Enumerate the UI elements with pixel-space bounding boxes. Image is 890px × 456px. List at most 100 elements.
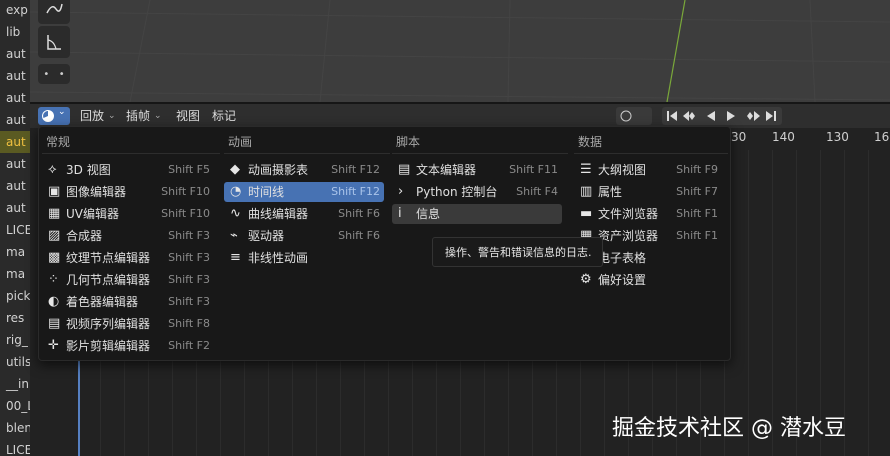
menu-item-texture-node[interactable]: ▩ 纹理节点编辑器 Shift F3 — [42, 248, 214, 268]
menu-column-header: 常规 — [46, 135, 71, 149]
file-list-item[interactable]: aut — [0, 153, 30, 175]
menu-item-info[interactable]: i 信息 — [392, 204, 562, 224]
menu-item-shortcut: Shift F3 — [168, 229, 210, 242]
view-menu[interactable]: 视图 — [176, 107, 200, 125]
menu-item-label: 3D 视图 — [66, 163, 111, 177]
3d-view-icon: ⟡ — [48, 162, 57, 177]
file-list-item[interactable]: utils — [0, 351, 30, 373]
menu-item-clock[interactable]: ◔ 时间线 Shift F12 — [224, 182, 384, 202]
menu-item-label: 几何节点编辑器 — [66, 273, 151, 287]
file-list-item[interactable]: ma — [0, 263, 30, 285]
menu-item-drivers[interactable]: ⌁ 驱动器 Shift F6 — [224, 226, 384, 246]
file-list-item[interactable]: res — [0, 307, 30, 329]
menu-item-shortcut: Shift F1 — [676, 229, 718, 242]
file-list-item[interactable]: blend — [0, 417, 30, 439]
menu-item-label: 图像编辑器 — [66, 185, 127, 199]
menu-item-label: 曲线编辑器 — [248, 207, 309, 221]
file-list-item[interactable]: rig_ — [0, 329, 30, 351]
menu-item-image-editor[interactable]: ▣ 图像编辑器 Shift F10 — [42, 182, 214, 202]
menu-item-movie-clip[interactable]: ✛ 影片剪辑编辑器 Shift F2 — [42, 336, 214, 356]
menu-item-label: 动画摄影表 — [248, 163, 309, 177]
viewport-grid — [30, 0, 890, 102]
menu-item-shader-editor[interactable]: ◐ 着色器编辑器 Shift F3 — [42, 292, 214, 312]
file-list-item[interactable]: 00_LC — [0, 395, 30, 417]
chevron-down-icon: ⌄ — [58, 107, 66, 117]
menu-item-outliner[interactable]: ☰ 大纲视图 Shift F9 — [574, 160, 722, 180]
uv-editor-icon: ▦ — [48, 206, 61, 221]
playback-menu[interactable]: 回放 — [80, 107, 104, 125]
properties-icon: ▥ — [580, 184, 593, 199]
file-list-item[interactable]: LICE — [0, 219, 30, 241]
menu-item-3d-view[interactable]: ⟡ 3D 视图 Shift F5 — [42, 160, 214, 180]
menu-item-label: 偏好设置 — [598, 273, 647, 287]
menu-item-properties[interactable]: ▥ 属性 Shift F7 — [574, 182, 722, 202]
marker-menu[interactable]: 标记 — [212, 107, 236, 125]
file-list-item[interactable]: aut — [0, 65, 30, 87]
annotate-tool-button[interactable] — [38, 0, 70, 24]
next-keyframe-icon[interactable] — [747, 111, 760, 121]
jump-start-icon[interactable] — [667, 111, 677, 121]
menu-item-label: 属性 — [598, 185, 623, 199]
menu-item-video-sequencer[interactable]: ▤ 视频序列编辑器 Shift F8 — [42, 314, 214, 334]
menu-item-label: 合成器 — [66, 229, 103, 243]
keying-menu[interactable]: 插帧 — [126, 107, 150, 125]
menu-item-nla[interactable]: ≡ 非线性动画 — [224, 248, 384, 268]
menu-item-uv-editor[interactable]: ▦ UV编辑器 Shift F10 — [42, 204, 214, 224]
menu-column-divider — [42, 153, 220, 154]
timeline-grid-line — [868, 150, 869, 456]
file-list-item[interactable]: aut — [0, 197, 30, 219]
prev-keyframe-icon[interactable] — [683, 111, 695, 121]
file-list-item[interactable]: exp — [0, 0, 30, 21]
file-list-item[interactable]: LICEI — [0, 439, 30, 456]
menu-item-compositor[interactable]: ▨ 合成器 Shift F3 — [42, 226, 214, 246]
measure-tool-button[interactable] — [38, 26, 70, 58]
more-tools-button[interactable]: • • — [38, 64, 70, 84]
file-list-item[interactable]: __init — [0, 373, 30, 395]
file-list-item[interactable]: aut — [0, 43, 30, 65]
shader-editor-icon: ◐ — [48, 294, 60, 309]
measure-icon — [47, 35, 61, 50]
file-list-item[interactable]: lib — [0, 21, 30, 43]
playhead-line — [78, 358, 80, 456]
chevron-down-icon: ⌄ — [154, 111, 162, 121]
menu-item-console[interactable]: › Python 控制台 Shift F4 — [392, 182, 562, 202]
menu-item-shortcut: Shift F10 — [161, 185, 210, 198]
chevron-down-icon: ⌄ — [108, 111, 116, 121]
menu-item-shortcut: Shift F12 — [331, 185, 380, 198]
ellipsis-icon: • • — [43, 68, 65, 80]
menu-item-label: 文本编辑器 — [416, 163, 477, 177]
file-list-item[interactable]: pick — [0, 285, 30, 307]
file-list-item[interactable]: aut — [0, 109, 30, 131]
3d-viewport[interactable]: • • — [30, 0, 890, 102]
info-icon: i — [398, 206, 402, 221]
menu-item-dope-sheet[interactable]: ◆ 动画摄影表 Shift F12 — [224, 160, 384, 180]
file-list-item[interactable]: ma — [0, 241, 30, 263]
jump-end-icon[interactable] — [766, 111, 776, 121]
image-editor-icon: ▣ — [48, 184, 61, 199]
file-list-item[interactable]: aut — [0, 87, 30, 109]
tooltip: 操作、警告和错误信息的日志. — [432, 237, 603, 267]
menu-item-geometry-node[interactable]: ⁘ 几何节点编辑器 Shift F3 — [42, 270, 214, 290]
play-reverse-icon[interactable] — [707, 111, 715, 121]
menu-item-label: 影片剪辑编辑器 — [66, 339, 151, 353]
menu-item-label: 电子表格 — [598, 251, 647, 265]
menu-item-label: 信息 — [416, 207, 441, 221]
menu-item-graph-editor[interactable]: ∿ 曲线编辑器 Shift F6 — [224, 204, 384, 224]
file-list-item[interactable]: aut — [0, 175, 30, 197]
video-sequencer-icon: ▤ — [48, 316, 61, 331]
menu-item-gear[interactable]: ⚙ 偏好设置 — [574, 270, 722, 290]
menu-item-label: 驱动器 — [248, 229, 285, 243]
menu-column-divider — [574, 153, 728, 154]
play-icon[interactable] — [727, 111, 735, 121]
menu-item-text-editor[interactable]: ▤ 文本编辑器 Shift F11 — [392, 160, 562, 180]
ruler-label: 140 — [772, 130, 795, 144]
annotate-icon — [46, 3, 63, 14]
menu-item-shortcut: Shift F3 — [168, 295, 210, 308]
editor-type-button[interactable]: ⌄ — [38, 107, 70, 125]
menu-item-shortcut: Shift F5 — [168, 163, 210, 176]
auto-keying-toggle[interactable] — [616, 107, 652, 125]
menu-item-shortcut: Shift F2 — [168, 339, 210, 352]
menu-item-label: Python 控制台 — [416, 185, 498, 199]
file-list-item[interactable]: aut — [0, 131, 30, 153]
menu-item-file-browser[interactable]: ▬ 文件浏览器 Shift F1 — [574, 204, 722, 224]
